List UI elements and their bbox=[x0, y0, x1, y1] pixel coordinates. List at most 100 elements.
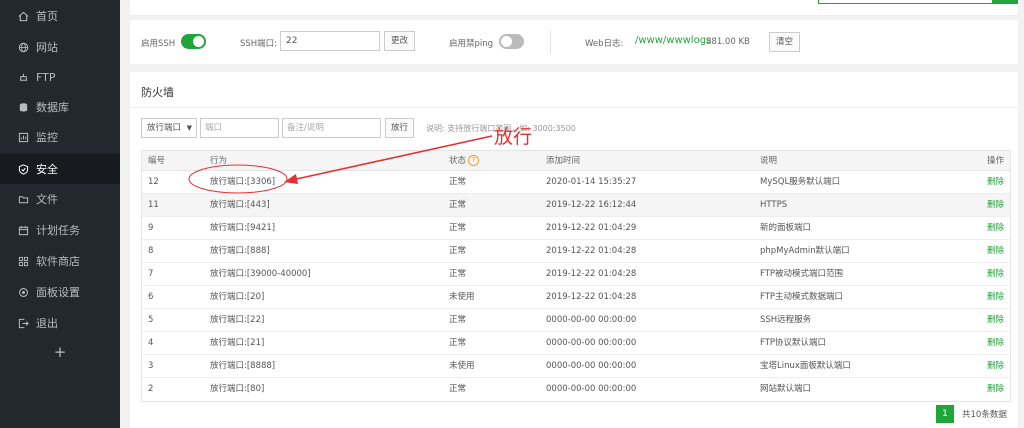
delete-link[interactable]: 删除 bbox=[987, 171, 1004, 193]
table-row: 5 放行端口:[22] 正常 0000-00-00 00:00:00 SSH远程服务 删除 bbox=[142, 309, 1010, 332]
delete-link[interactable]: 删除 bbox=[987, 240, 1004, 262]
sidebar-item-database[interactable]: 数据库 bbox=[0, 92, 120, 122]
delete-link[interactable]: 删除 bbox=[987, 217, 1004, 239]
clear-log-button[interactable]: 清空 bbox=[769, 32, 800, 52]
remark-input[interactable]: 备注/说明 bbox=[282, 118, 381, 138]
change-port-button[interactable]: 更改 bbox=[384, 31, 415, 51]
sidebar-item-label: 数据库 bbox=[36, 101, 69, 114]
logout-icon bbox=[17, 317, 29, 329]
sidebar-item-cron[interactable]: 计划任务 bbox=[0, 215, 120, 245]
cell-id: 8 bbox=[148, 246, 154, 256]
page-button-current[interactable]: 1 bbox=[936, 405, 954, 423]
cell-id: 5 bbox=[148, 315, 154, 325]
table-row: 6 放行端口:[20] 未使用 2019-12-22 01:04:28 FTP主动模式数… bbox=[142, 286, 1010, 309]
cell-desc: FTP主动模式数据端口 bbox=[760, 292, 844, 302]
sidebar-item-files[interactable]: 文件 bbox=[0, 184, 120, 214]
annotation-text: 放行 bbox=[494, 126, 533, 148]
cell-status: 正常 bbox=[449, 315, 467, 325]
cell-time: 2019-12-22 16:12:44 bbox=[546, 200, 637, 210]
cell-action: 放行端口:[39000-40000] bbox=[210, 269, 311, 279]
table-row: 7 放行端口:[39000-40000] 正常 2019-12-22 01:04:28… bbox=[142, 263, 1010, 286]
cell-status: 未使用 bbox=[449, 292, 475, 302]
sidebar-item-label: 监控 bbox=[36, 131, 58, 144]
sidebar-item-store[interactable]: 软件商店 bbox=[0, 246, 120, 276]
cell-time: 0000-00-00 00:00:00 bbox=[546, 361, 637, 371]
sidebar-item-logout[interactable]: 退出 bbox=[0, 308, 120, 338]
ssh-port-label: SSH端口: bbox=[240, 39, 278, 49]
shield-icon bbox=[17, 163, 29, 175]
sidebar-item-home[interactable]: 首页 bbox=[0, 1, 120, 31]
divider bbox=[550, 30, 551, 54]
cell-status: 未使用 bbox=[449, 361, 475, 371]
cell-action: 放行端口:[9421] bbox=[210, 223, 276, 233]
cell-time: 0000-00-00 00:00:00 bbox=[546, 338, 637, 348]
cell-time: 2019-12-22 01:04:28 bbox=[546, 246, 637, 256]
sidebar-item-ftp[interactable]: FTP bbox=[0, 62, 120, 92]
sidebar-item-label: 退出 bbox=[36, 317, 58, 330]
cell-time: 0000-00-00 00:00:00 bbox=[546, 315, 637, 325]
sidebar-item-label: 文件 bbox=[36, 193, 58, 206]
sidebar-item-security[interactable]: 安全 bbox=[0, 154, 120, 184]
delete-link[interactable]: 删除 bbox=[987, 309, 1004, 331]
sidebar-item-label: 计划任务 bbox=[36, 224, 80, 237]
weblog-path-link[interactable]: /www/wwwlogs bbox=[635, 35, 711, 46]
cell-time: 2019-12-22 01:04:28 bbox=[546, 269, 637, 279]
delete-link[interactable]: 删除 bbox=[987, 194, 1004, 216]
sidebar-add-button[interactable]: + bbox=[0, 340, 120, 364]
ssh-port-input[interactable]: 22 bbox=[280, 31, 380, 51]
cell-id: 2 bbox=[148, 384, 154, 394]
top-search-box[interactable] bbox=[818, 0, 1018, 4]
cell-desc: phpMyAdmin默认端口 bbox=[760, 246, 850, 256]
cell-action: 放行端口:[888] bbox=[210, 246, 270, 256]
cell-action: 放行端口:[8888] bbox=[210, 361, 276, 371]
sidebar-item-monitor[interactable]: 监控 bbox=[0, 122, 120, 152]
cell-action: 放行端口:[80] bbox=[210, 384, 265, 394]
home-icon bbox=[17, 10, 29, 22]
table-row: 2 放行端口:[80] 正常 0000-00-00 00:00:00 网站默认端口 删除 bbox=[142, 378, 1010, 401]
pagination: 1 共10条数据 bbox=[936, 404, 1007, 424]
top-search-button[interactable] bbox=[992, 0, 1018, 4]
cell-time: 2019-12-22 01:04:29 bbox=[546, 223, 637, 233]
cell-status: 正常 bbox=[449, 384, 467, 394]
sidebar-item-label: 安全 bbox=[36, 163, 58, 176]
delete-link[interactable]: 删除 bbox=[987, 332, 1004, 354]
cell-desc: SSH远程服务 bbox=[760, 315, 812, 325]
ssh-enable-label: 启用SSH bbox=[141, 39, 176, 49]
delete-link[interactable]: 删除 bbox=[987, 263, 1004, 285]
cell-desc: FTP协议默认端口 bbox=[760, 338, 827, 348]
cell-time: 2020-01-14 15:35:27 bbox=[546, 177, 637, 187]
toggle-knob bbox=[501, 36, 512, 47]
table-row: 11 放行端口:[443] 正常 2019-12-22 16:12:44 HTTPS 删除 bbox=[142, 194, 1010, 217]
ftp-icon bbox=[17, 71, 29, 83]
action-select-value: 放行端口 bbox=[147, 123, 182, 133]
cell-desc: 新的面板端口 bbox=[760, 223, 812, 233]
column-header: 编号 bbox=[148, 156, 166, 166]
port-input[interactable]: 端口 bbox=[200, 118, 279, 138]
cell-action: 放行端口:[20] bbox=[210, 292, 265, 302]
help-icon[interactable]: ? bbox=[468, 155, 480, 166]
delete-link[interactable]: 删除 bbox=[987, 286, 1004, 308]
action-select[interactable]: 放行端口 ▼ bbox=[141, 118, 197, 138]
ssh-toggle[interactable] bbox=[181, 34, 206, 49]
weblog-label: Web日志: bbox=[585, 39, 624, 49]
allow-port-button[interactable]: 放行 bbox=[385, 118, 414, 138]
table-row: 3 放行端口:[8888] 未使用 0000-00-00 00:00:00 宝塔Linu… bbox=[142, 355, 1010, 378]
monitor-icon bbox=[17, 131, 29, 143]
ping-toggle[interactable] bbox=[499, 34, 524, 49]
cell-action: 放行端口:[22] bbox=[210, 315, 265, 325]
total-count: 共10条数据 bbox=[962, 410, 1007, 420]
delete-link[interactable]: 删除 bbox=[987, 378, 1004, 400]
table-body: 12 放行端口:[3306] 正常 2020-01-14 15:35:27 MySQL服… bbox=[142, 171, 1010, 401]
cell-time: 0000-00-00 00:00:00 bbox=[546, 384, 637, 394]
cell-status: 正常 bbox=[449, 269, 467, 279]
ping-disable-label: 启用禁ping bbox=[449, 39, 494, 49]
column-header: 操作 bbox=[986, 156, 1004, 166]
firewall-panel: 防火墙 放行端口 ▼ 端口 备注/说明 放行 说明: 支持放行端口范围，如: 3… bbox=[130, 72, 1018, 428]
table-row: 4 放行端口:[21] 正常 0000-00-00 00:00:00 FTP协议默认端口… bbox=[142, 332, 1010, 355]
folder-icon bbox=[17, 193, 29, 205]
delete-link[interactable]: 删除 bbox=[987, 355, 1004, 377]
sidebar-item-panel-settings[interactable]: 面板设置 bbox=[0, 277, 120, 307]
sidebar-item-website[interactable]: 网站 bbox=[0, 32, 120, 62]
cell-desc: 网站默认端口 bbox=[760, 384, 812, 394]
cell-action: 放行端口:[443] bbox=[210, 200, 270, 210]
